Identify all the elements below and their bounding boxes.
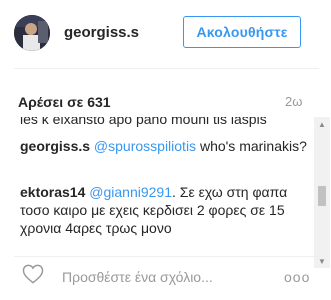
scroll-thumb[interactable] [318, 186, 326, 206]
follow-button[interactable]: Ακολουθήστε [183, 16, 301, 48]
post-time[interactable]: 2ω [285, 94, 302, 109]
heart-icon[interactable] [22, 264, 44, 289]
post-header: georgiss.s Ακολουθήστε [0, 0, 331, 68]
comment-input[interactable] [62, 266, 272, 288]
comments-list[interactable]: les k eixahsto apo pano mouni tis laspis… [14, 117, 314, 268]
scroll-up-arrow-icon[interactable]: ▲ [314, 118, 330, 130]
post-username[interactable]: georgiss.s [64, 24, 139, 41]
avatar[interactable] [14, 15, 50, 51]
header-divider [14, 68, 319, 69]
comment-item: georgiss.s @spurosspiliotis who's marina… [20, 137, 310, 155]
avatar-image [14, 15, 50, 51]
comment-username[interactable]: ektoras14 [20, 184, 85, 200]
comment-bar: ooo [0, 256, 331, 300]
comment-mention[interactable]: @gianni9291 [89, 184, 172, 200]
comment-username[interactable]: georgiss.s [20, 138, 90, 154]
comments-scrollbar[interactable]: ▲ ▼ [314, 117, 330, 268]
more-options-icon[interactable]: ooo [284, 269, 310, 285]
comment-text: who's marinakis? [196, 138, 307, 154]
comment-text: les k eixahsto apo pano mouni tis laspis [20, 117, 267, 127]
comment-item: ektoras14 @gianni9291. Σε εχω στη φαπα τ… [20, 183, 310, 237]
comment-mention[interactable]: @spurosspiliotis [94, 138, 196, 154]
likes-count[interactable]: Αρέσει σε 631 [18, 94, 111, 110]
comment-item: les k eixahsto apo pano mouni tis laspis [20, 117, 310, 128]
